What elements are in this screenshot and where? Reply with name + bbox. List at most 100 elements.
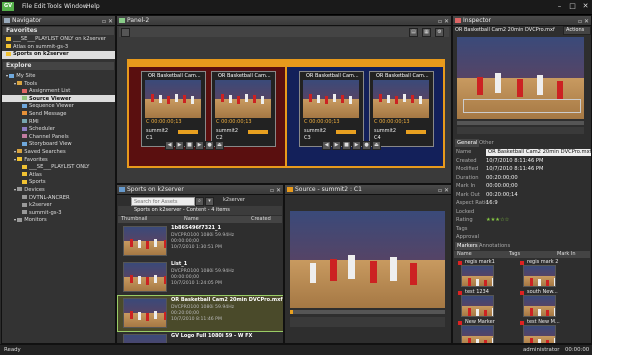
inspector-timeline[interactable] bbox=[457, 121, 584, 125]
tree-item[interactable]: Atlas bbox=[2, 171, 115, 179]
marker-column-name[interactable]: Name bbox=[457, 251, 472, 258]
source-video-frame[interactable] bbox=[290, 211, 445, 308]
next-icon[interactable]: ▶ bbox=[195, 141, 204, 150]
panel-close-icon[interactable]: ▫ ✕ bbox=[438, 186, 449, 195]
favorite-item[interactable]: Sports on k2server bbox=[2, 51, 115, 59]
tree-item[interactable]: ▾ Tools bbox=[2, 80, 115, 88]
tree-item[interactable]: ▾ My Site bbox=[2, 72, 115, 80]
inspector-field-row: Rating ★★★☆☆ bbox=[453, 216, 591, 224]
tree-item[interactable]: Send Message bbox=[2, 110, 115, 118]
field-value[interactable]: 16:9 bbox=[486, 199, 498, 207]
tree-item[interactable]: Source Viewer bbox=[2, 94, 115, 103]
menu-file[interactable]: File bbox=[22, 2, 32, 12]
previous-icon[interactable]: ◀ bbox=[165, 141, 174, 150]
eject-icon[interactable]: ⏏ bbox=[372, 141, 381, 150]
menu-window[interactable]: Window bbox=[64, 2, 88, 12]
clip-card[interactable]: OR Basketball Cam... C 00:00:00;13 summit2… bbox=[369, 71, 434, 147]
markers-grid: regis mark1 regis mark 2 test 1234 south Ne… bbox=[453, 259, 591, 343]
tab-annotations[interactable]: Annotations bbox=[477, 242, 512, 250]
tree-item[interactable]: Channel Panels bbox=[2, 133, 115, 141]
field-value[interactable]: ★★★☆☆ bbox=[486, 216, 509, 224]
panel-close-icon[interactable]: ▫ ✕ bbox=[578, 17, 589, 26]
menu-tools[interactable]: Tools bbox=[47, 2, 62, 12]
clip-card[interactable]: OR Basketball Cam... C 00:00:00;13 summit2… bbox=[141, 71, 206, 147]
tree-item[interactable]: ▾ Devices bbox=[2, 186, 115, 194]
play-icon[interactable]: ▶ bbox=[332, 141, 341, 150]
marker-card[interactable]: New Marker bbox=[457, 319, 514, 343]
search-icon[interactable]: ⌕ bbox=[195, 197, 204, 206]
tree-item[interactable]: Sequence Viewer bbox=[2, 102, 115, 110]
close-icon[interactable]: ✕ bbox=[579, 1, 592, 12]
marker-column-tags[interactable]: Tags bbox=[509, 251, 520, 258]
tree-item[interactable]: ▾ Monitors bbox=[2, 216, 115, 224]
minimize-icon[interactable]: – bbox=[553, 1, 566, 12]
menu-help[interactable]: Help bbox=[86, 2, 100, 12]
stop-icon[interactable]: ■ bbox=[342, 141, 351, 150]
grid-icon[interactable]: ▦ bbox=[422, 28, 431, 37]
tab-other[interactable]: Other bbox=[477, 139, 496, 147]
tree-item[interactable]: RMI bbox=[2, 118, 115, 126]
field-value[interactable]: 00:20:00;14 bbox=[486, 191, 518, 199]
field-value[interactable]: 10/7/2010 8:11:46 PM bbox=[486, 165, 544, 173]
layout-icon[interactable]: ▤ bbox=[409, 28, 418, 37]
actions-dropdown[interactable]: Actions bbox=[563, 26, 591, 35]
clip-card[interactable]: OR Basketball Cam... C 00:00:00;13 summit2… bbox=[299, 71, 364, 147]
favorites-section-header[interactable]: Favorites bbox=[3, 27, 114, 35]
tab-markers[interactable]: Markers bbox=[455, 242, 480, 250]
field-value[interactable]: 10/7/2010 8:11:46 PM bbox=[486, 157, 544, 165]
asset-row[interactable]: OR Basketball Cam2 20min DVCPro.mxf DVCPR… bbox=[117, 295, 283, 332]
asset-row[interactable]: List_1 DVCPRO100 1080i 59.94Hz 00:00:00;00… bbox=[118, 260, 283, 295]
tree-item[interactable]: Scheduler bbox=[2, 125, 115, 133]
field-value[interactable]: 00:00:00;00 bbox=[486, 182, 518, 190]
clip-card[interactable]: OR Basketball Cam... C 00:00:00;13 summit2… bbox=[211, 71, 276, 147]
eject-icon[interactable]: ⏏ bbox=[215, 141, 224, 150]
clip-progress-bar bbox=[178, 130, 198, 134]
field-value[interactable]: 00:20:00;00 bbox=[486, 174, 518, 182]
source-timeline[interactable] bbox=[290, 310, 445, 314]
maximize-icon[interactable]: □ bbox=[566, 1, 579, 12]
explore-section-header[interactable]: Explore bbox=[3, 62, 114, 70]
filter-icon[interactable]: ▾ bbox=[205, 197, 214, 206]
favorite-item[interactable]: ___SE___PLAYLIST ONLY on k2server bbox=[2, 36, 115, 44]
panel-close-icon[interactable]: ▫ ✕ bbox=[438, 17, 449, 26]
ruler-icon[interactable] bbox=[121, 28, 130, 37]
stop-icon[interactable]: ■ bbox=[185, 141, 194, 150]
folder-icon bbox=[22, 172, 27, 177]
tree-item[interactable]: ▾ Saved Searches bbox=[2, 148, 115, 156]
record-icon[interactable]: ● bbox=[362, 141, 371, 150]
menu-edit[interactable]: Edit bbox=[34, 2, 46, 12]
playhead[interactable] bbox=[290, 310, 293, 314]
panel-close-icon[interactable]: ▫ ✕ bbox=[270, 186, 281, 195]
tree-item[interactable]: ___SE___PLAYLIST ONLY bbox=[2, 163, 115, 171]
tree-item[interactable]: ▾ Favorites bbox=[2, 156, 115, 164]
marker-card[interactable]: test New M... bbox=[519, 319, 576, 343]
next-icon[interactable]: ▶ bbox=[352, 141, 361, 150]
tree-item[interactable]: summit-gs-3 bbox=[2, 209, 115, 217]
column-created[interactable]: Created bbox=[251, 216, 271, 223]
field-label: Mark Out bbox=[456, 191, 480, 198]
asset-row[interactable]: 1b865496f7321_1 DVCPRO100 1080i 59.94Hz 00… bbox=[118, 224, 283, 259]
search-input[interactable] bbox=[131, 197, 195, 206]
inspector-preview[interactable] bbox=[457, 37, 584, 119]
field-label: Locked bbox=[456, 208, 475, 215]
favorite-item[interactable]: Atlas on summit-gs-3 bbox=[2, 44, 115, 52]
field-value[interactable]: OR Basketball Cam2 20min DVCPro.mxf bbox=[486, 148, 591, 156]
record-icon[interactable]: ● bbox=[205, 141, 214, 150]
tab-general[interactable]: General bbox=[455, 139, 480, 147]
server-selector[interactable]: k2server bbox=[223, 197, 245, 203]
tree-item[interactable]: Assignment List bbox=[2, 87, 115, 95]
tree-item[interactable]: Sports bbox=[2, 178, 115, 186]
panel-close-icon[interactable]: ▫ ✕ bbox=[102, 17, 113, 26]
column-thumbnail[interactable]: Thumbnail bbox=[121, 216, 147, 223]
play-icon[interactable]: ▶ bbox=[175, 141, 184, 150]
tree-item[interactable]: DVTNL-ANCRER bbox=[2, 194, 115, 202]
column-name[interactable]: Name bbox=[184, 216, 199, 223]
field-label: Mark In bbox=[456, 183, 476, 189]
tree-item[interactable]: Storyboard View bbox=[2, 140, 115, 148]
inspector-icon bbox=[455, 18, 461, 23]
asset-row[interactable]: GV Logo Full 1080i 59 - W FX bbox=[118, 332, 283, 343]
tree-item[interactable]: k2server bbox=[2, 201, 115, 209]
previous-icon[interactable]: ◀ bbox=[322, 141, 331, 150]
marker-column-markin[interactable]: Mark In bbox=[557, 251, 576, 258]
settings-icon[interactable]: ⚙ bbox=[435, 28, 444, 37]
